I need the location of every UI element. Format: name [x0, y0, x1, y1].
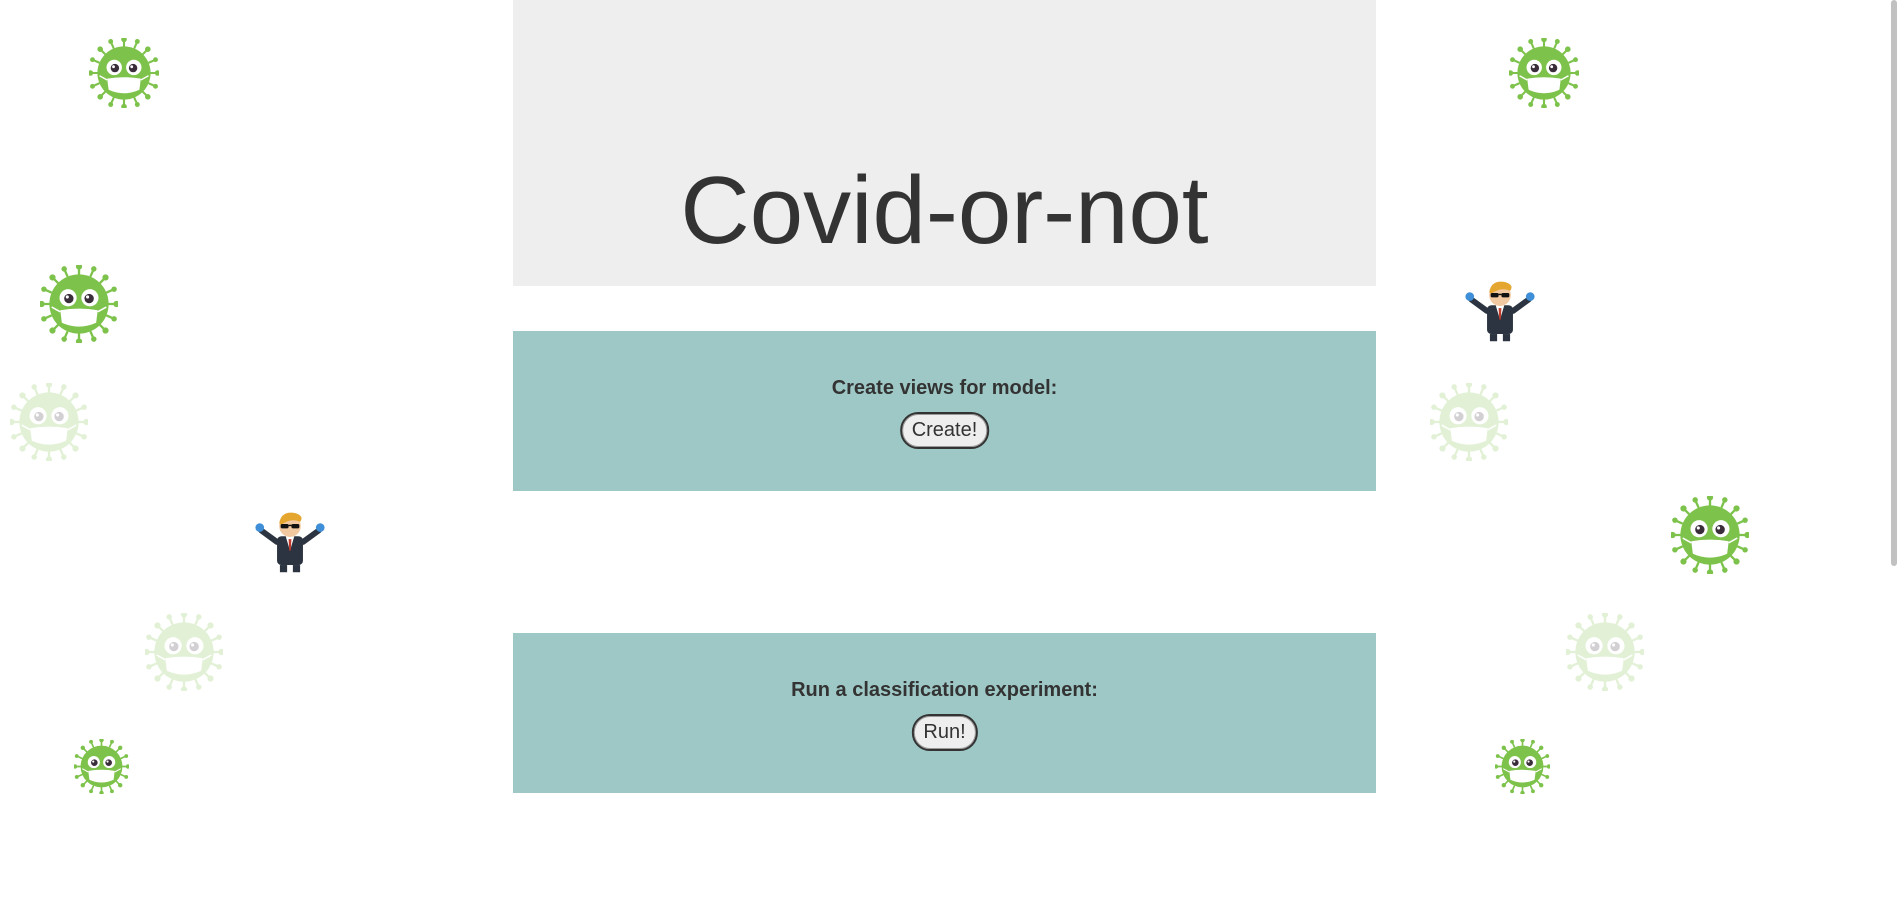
virus-icon — [89, 38, 159, 108]
virus-icon — [1671, 496, 1749, 574]
virus-icon — [145, 613, 223, 691]
virus-icon — [40, 265, 118, 343]
virus-icon — [74, 739, 129, 794]
wallstreet-guy-icon — [254, 506, 326, 578]
run-experiment-label: Run a classification experiment: — [791, 679, 1098, 701]
scrollbar[interactable] — [1889, 0, 1899, 904]
virus-icon — [1509, 38, 1579, 108]
page-title: Covid-or-not — [680, 157, 1209, 265]
create-button[interactable]: Create! — [899, 412, 990, 449]
create-views-label: Create views for model: — [831, 377, 1058, 399]
virus-icon — [10, 383, 88, 461]
virus-icon — [1495, 739, 1550, 794]
header-panel: Covid-or-not — [513, 0, 1376, 286]
run-experiment-panel: Run a classification experiment: Run! — [513, 633, 1376, 793]
run-button[interactable]: Run! — [911, 714, 978, 751]
scrollbar-thumb[interactable] — [1891, 0, 1897, 566]
create-views-panel: Create views for model: Create! — [513, 331, 1376, 491]
virus-icon — [1430, 383, 1508, 461]
virus-icon — [1566, 613, 1644, 691]
page: Covid-or-not Create views for model: Cre… — [0, 0, 1899, 904]
wallstreet-guy-icon — [1464, 275, 1536, 347]
